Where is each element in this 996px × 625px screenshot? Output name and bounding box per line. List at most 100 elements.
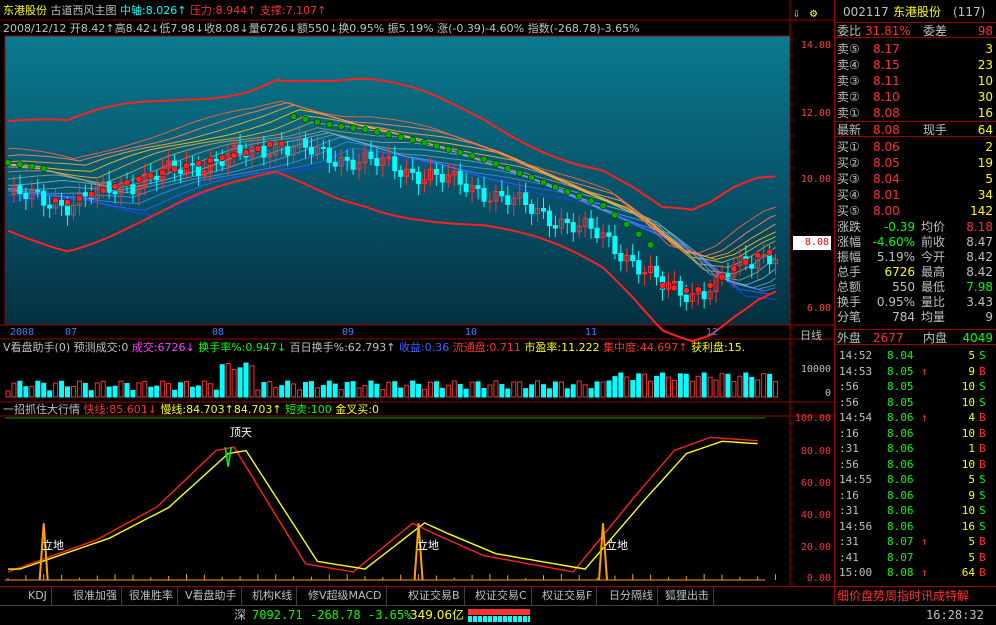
indicator-tab[interactable]: KDJ xyxy=(24,587,52,605)
sub1-pe: 市盈率:11.222 xyxy=(524,341,600,354)
buy-order-row[interactable]: 买① 8.06 2 xyxy=(835,139,996,155)
candle-body xyxy=(725,273,731,278)
tick-trade-row[interactable]: :16 8.06 10 B xyxy=(835,426,996,442)
stat-row: 总额 550 最低 7.98 xyxy=(835,280,996,295)
candle-body xyxy=(332,161,338,167)
indicator-tab[interactable]: 狐狸出击 xyxy=(661,587,714,605)
indicator-tab[interactable]: 机构K线 xyxy=(248,587,298,605)
tick-trade-row[interactable]: :56 8.06 10 B xyxy=(835,457,996,473)
amplitude-label: 振 xyxy=(387,22,399,35)
volume-bar xyxy=(743,372,749,398)
header-line-1: 东港股份 古道西风主图 中轴:8.026↑ 压力:8.944↑ 支撑:7.107… xyxy=(3,4,327,17)
sub2-title[interactable]: 一招抓住大行情 xyxy=(3,403,80,416)
order-level: 买④ xyxy=(837,188,860,202)
stat-value: 784 xyxy=(892,310,915,324)
trade-time: 14:55 xyxy=(839,473,873,486)
stock-name[interactable]: 东港股份 xyxy=(3,4,47,17)
sub1-title[interactable]: V看盘助手(0) xyxy=(3,341,70,354)
tick-trade-row[interactable]: 15:00 8.08 ↑ 64 B xyxy=(835,565,996,581)
indicator-tab[interactable]: 很准加强 xyxy=(69,587,122,605)
volume-bar xyxy=(314,387,320,398)
indicator-tab[interactable]: 权证交易C xyxy=(471,587,532,605)
trend-dot xyxy=(670,284,678,292)
trend-dot xyxy=(456,149,464,157)
volume-bar xyxy=(529,384,535,398)
tick-trade-row[interactable]: :56 8.05 10 S xyxy=(835,379,996,395)
buy-order-row[interactable]: 买② 8.05 19 xyxy=(835,155,996,171)
volume-bar xyxy=(243,362,249,398)
status-bar: 深 7092.71 -268.78 -3.65% 349.06亿 16:28:3… xyxy=(0,605,996,625)
tick-trade-row[interactable]: :16 8.06 9 S xyxy=(835,488,996,504)
sell-order-row[interactable]: 卖③ 8.11 10 xyxy=(835,73,996,89)
candle-body xyxy=(17,185,23,195)
tick-trade-row[interactable]: :56 8.05 10 S xyxy=(835,395,996,411)
indicator-tab[interactable]: 很准胜率 xyxy=(125,587,178,605)
volume-bar xyxy=(249,365,255,398)
tick-trade-row[interactable]: :31 8.06 10 S xyxy=(835,503,996,519)
open-label: 开 xyxy=(69,22,81,35)
volume-bar xyxy=(207,383,213,398)
chart-canvas[interactable] xyxy=(0,0,834,586)
order-price: 8.05 xyxy=(873,156,900,170)
candle-body xyxy=(130,184,136,195)
trade-price: 8.06 xyxy=(887,488,914,502)
tick-trade-row[interactable]: :31 8.06 1 B xyxy=(835,441,996,457)
amplitude-value: 5.19% xyxy=(398,22,434,35)
sub1-profit: 获利盘:15. xyxy=(691,341,746,354)
volume-bar xyxy=(499,384,505,398)
volume-bar xyxy=(493,380,499,398)
buy-order-row[interactable]: 买⑤ 8.00 142 xyxy=(835,203,996,219)
sub2-header: 一招抓住大行情 快线:85.601↓ 慢线:84.703↑84.703↑ 短卖:… xyxy=(3,403,379,416)
indicator-tab[interactable]: 修V超级MACD xyxy=(304,587,387,605)
trade-side: B xyxy=(979,411,986,424)
volume-bar xyxy=(35,380,41,398)
sell-order-row[interactable]: 卖⑤ 8.17 3 xyxy=(835,41,996,57)
tick-trade-row[interactable]: 14:53 8.05 ↑ 9 B xyxy=(835,364,996,380)
volume-bar xyxy=(76,380,82,398)
stat-value: 8.42 xyxy=(966,265,993,279)
volume-bar xyxy=(445,384,451,398)
volume-bar xyxy=(451,380,457,398)
volume-bar xyxy=(154,385,160,398)
tick-trade-row[interactable]: :31 8.07 ↑ 5 B xyxy=(835,534,996,550)
settings-icon[interactable]: ⚙ xyxy=(810,6,817,20)
indicator-tab[interactable]: 权证交易F xyxy=(538,587,598,605)
tick-trade-row[interactable]: 14:55 8.06 5 S xyxy=(835,472,996,488)
indicator-tab[interactable]: V看盘助手 xyxy=(181,587,242,605)
volume-bar xyxy=(457,383,463,398)
volume-bar xyxy=(47,390,53,398)
trade-side: B xyxy=(979,535,986,548)
sell-order-row[interactable]: 卖④ 8.15 23 xyxy=(835,57,996,73)
tick-trade-row[interactable]: :41 8.07 5 B xyxy=(835,550,996,566)
tick-trade-row[interactable]: 14:52 8.04 5 S xyxy=(835,348,996,364)
volume-bar xyxy=(761,373,767,398)
trend-dot xyxy=(40,165,48,172)
stat-label: 总额 xyxy=(837,280,862,294)
sell-order-row[interactable]: 卖① 8.08 16 xyxy=(835,105,996,121)
tick-trade-row[interactable]: 14:56 8.06 16 S xyxy=(835,519,996,535)
trend-dot xyxy=(551,183,559,191)
volume-bar xyxy=(523,388,529,398)
header-line-2: 2008/12/12 开8.42↑高8.42↓低7.98↓收8.08↓量6726… xyxy=(3,22,640,35)
order-volume: 142 xyxy=(970,204,993,218)
amount-label: 额 xyxy=(297,22,308,35)
download-icon[interactable]: ⇩ xyxy=(793,6,800,20)
chart-area[interactable]: 东港股份 古道西风主图 中轴:8.026↑ 压力:8.944↑ 支撑:7.107… xyxy=(0,0,834,586)
stat-row: 涨幅 -4.60% 前收 8.47 xyxy=(835,235,996,250)
sell-order-row[interactable]: 卖② 8.10 30 xyxy=(835,89,996,105)
indicator-tab[interactable]: 日分隔线 xyxy=(605,587,658,605)
buy-order-row[interactable]: 买④ 8.01 34 xyxy=(835,187,996,203)
buy-order-row[interactable]: 买③ 8.04 5 xyxy=(835,171,996,187)
indicator-name[interactable]: 古道西风主图 xyxy=(51,4,117,17)
volume-bar xyxy=(546,388,552,398)
indicator-tab[interactable]: 权证交易B xyxy=(404,587,465,605)
volume-bar xyxy=(433,381,439,398)
index-value: (-268.78)-3.65% xyxy=(549,22,640,35)
high-label: 高 xyxy=(114,22,126,35)
tick-trade-row[interactable]: 14:54 8.06 ↑ 4 B xyxy=(835,410,996,426)
right-bottom-tabs[interactable]: 细价盘势周指时讯成特解 xyxy=(835,586,996,605)
period-label[interactable]: 日线 xyxy=(800,327,822,343)
candle-body xyxy=(487,200,493,203)
diff-label: 委差 xyxy=(923,24,948,38)
sub2-yaxis-label: 80.00 xyxy=(800,446,831,457)
